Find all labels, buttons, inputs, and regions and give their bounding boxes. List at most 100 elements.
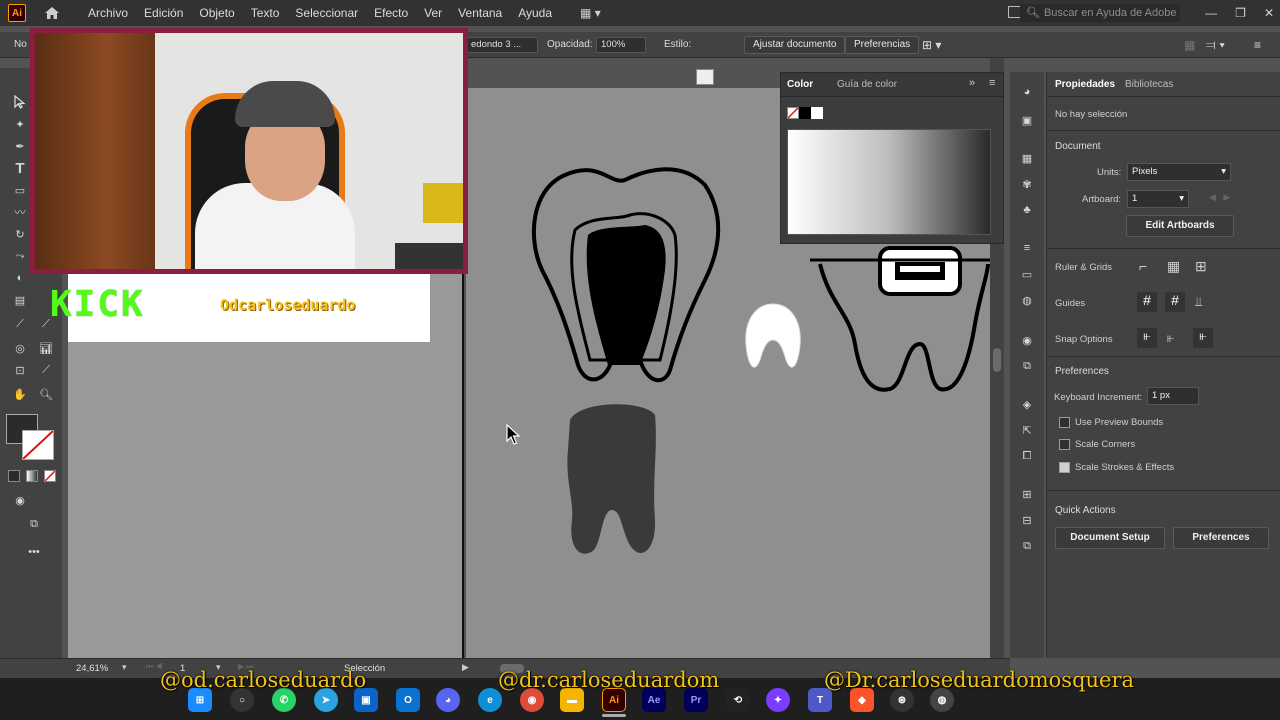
scrollbar-thumb[interactable]: [993, 348, 1001, 372]
none-mode-icon[interactable]: [44, 470, 56, 482]
opacity-input[interactable]: 100%: [596, 37, 646, 53]
home-icon[interactable]: [42, 3, 62, 23]
artboard-tool-icon[interactable]: ⊡: [10, 360, 30, 380]
magic-wand-icon[interactable]: ✦: [10, 114, 30, 134]
minimize-icon[interactable]: —: [1205, 6, 1217, 20]
snap-point-icon[interactable]: ⫦: [1137, 328, 1157, 348]
ruler-icon[interactable]: ⌐: [1139, 258, 1147, 274]
black-swatch[interactable]: [799, 107, 811, 119]
eyedropper-icon[interactable]: ⟋: [10, 314, 30, 334]
tab-color[interactable]: Color: [787, 79, 813, 90]
discord-icon[interactable]: ◕: [436, 688, 460, 712]
menu-texto[interactable]: Texto: [243, 0, 288, 26]
color-mode-icon[interactable]: [8, 470, 20, 482]
help-search-input[interactable]: 🔍︎ Buscar en Ayuda de Adobe: [1020, 4, 1180, 22]
menu-ayuda[interactable]: Ayuda: [510, 0, 560, 26]
document-setup-button[interactable]: Document Setup: [1055, 527, 1165, 549]
fit-document-button[interactable]: Ajustar documento: [744, 36, 846, 54]
capcut-icon[interactable]: ⟲: [726, 688, 750, 712]
tooth-monster-artwork[interactable]: [810, 244, 990, 400]
outlook-icon[interactable]: O: [396, 688, 420, 712]
arrange-icon[interactable]: ⊞ ▾: [922, 32, 941, 58]
gradient-panel-icon[interactable]: ▭: [1017, 264, 1037, 284]
export-icon[interactable]: ⇱: [1017, 420, 1037, 440]
symbol-sprayer-icon[interactable]: ◎: [10, 338, 30, 358]
pen-tool-icon[interactable]: ✒: [10, 136, 30, 156]
color-spectrum[interactable]: [787, 129, 991, 235]
draw-mode-icon[interactable]: ◉: [10, 490, 30, 510]
graphic-styles-icon[interactable]: ⧉: [1017, 356, 1037, 376]
brushes-icon[interactable]: ✾: [1017, 174, 1037, 194]
type-tool-icon[interactable]: T: [10, 158, 30, 178]
hand-tool-icon[interactable]: ✋: [10, 384, 30, 404]
menu-archivo[interactable]: Archivo: [80, 0, 136, 26]
align-icon[interactable]: ⫤ ▾: [1206, 32, 1225, 58]
more-tools-icon[interactable]: •••: [24, 542, 44, 562]
close-icon[interactable]: ✕: [1264, 6, 1274, 20]
stroke-color-swatch[interactable]: [22, 430, 54, 460]
gradient-mode-icon[interactable]: [26, 470, 38, 482]
menu-icon[interactable]: ≡: [1254, 32, 1261, 58]
smart-guides-icon[interactable]: ⫫: [1195, 294, 1202, 310]
layers-icon[interactable]: ◈: [1017, 394, 1037, 414]
use-preview-bounds-checkbox[interactable]: Use Preview Bounds: [1059, 417, 1163, 428]
stroke-panel-icon[interactable]: ≡: [1017, 238, 1037, 258]
none-swatch-icon[interactable]: [787, 107, 799, 119]
zoom-level[interactable]: 24,61%: [76, 663, 108, 674]
show-guides-icon[interactable]: #: [1137, 292, 1157, 312]
grid-icon[interactable]: ▦: [1167, 258, 1180, 275]
appearance-icon[interactable]: ◉: [1017, 330, 1037, 350]
menu-efecto[interactable]: Efecto: [366, 0, 416, 26]
tooth-outline-artwork[interactable]: [520, 160, 730, 390]
scale-corners-checkbox[interactable]: Scale Corners: [1059, 439, 1135, 450]
collapse-icon[interactable]: »: [969, 77, 975, 89]
tooth-crown-white[interactable]: [740, 300, 806, 380]
rotate-tool-icon[interactable]: ↻: [10, 224, 30, 244]
pathfinder-icon[interactable]: ⧉: [1017, 536, 1037, 556]
tooth-gray-silhouette[interactable]: [560, 400, 660, 560]
lock-guides-icon[interactable]: #: [1165, 292, 1185, 312]
tab-libraries[interactable]: Bibliotecas: [1125, 79, 1173, 90]
workspace-switcher-icon[interactable]: ▦ ▾: [580, 6, 601, 20]
cc-libraries-icon[interactable]: ▣: [1017, 110, 1037, 130]
artboard-nav-icon[interactable]: ◀ ▶: [1209, 192, 1230, 203]
slice-tool-icon[interactable]: ⟋: [36, 360, 56, 380]
snap-pixel-icon[interactable]: ⫦: [1193, 328, 1213, 348]
screen-mode-icon[interactable]: ⧉: [24, 514, 44, 534]
align-panel-icon[interactable]: ⊟: [1017, 510, 1037, 530]
units-select[interactable]: Pixels ▾: [1127, 163, 1231, 181]
copilot-icon[interactable]: ✦: [766, 688, 790, 712]
scale-strokes-checkbox[interactable]: Scale Strokes & Effects: [1059, 462, 1174, 473]
edit-artboards-button[interactable]: Edit Artboards: [1126, 215, 1234, 237]
preferences-button[interactable]: Preferencias: [845, 36, 920, 54]
menu-seleccionar[interactable]: Seleccionar: [287, 0, 366, 26]
transparency-icon[interactable]: ◍: [1017, 290, 1037, 310]
menu-edicion[interactable]: Edición: [136, 0, 191, 26]
shape-builder-icon[interactable]: ◐: [10, 268, 30, 288]
style-swatch[interactable]: [696, 69, 714, 85]
panel-menu-icon[interactable]: ≡: [989, 77, 995, 89]
status-menu-icon[interactable]: ▶: [462, 662, 469, 673]
menu-ventana[interactable]: Ventana: [450, 0, 510, 26]
white-swatch[interactable]: [811, 107, 823, 119]
properties-panel-icon[interactable]: ◕: [1017, 82, 1037, 102]
keyboard-increment-input[interactable]: 1 px: [1147, 387, 1199, 405]
maximize-icon[interactable]: ❐: [1235, 6, 1246, 20]
perspective-grid-icon[interactable]: ▤: [10, 290, 30, 310]
rectangle-tool-icon[interactable]: ▭: [10, 180, 30, 200]
graph-tool-icon[interactable]: 📊︎: [36, 338, 56, 358]
transform-icon[interactable]: ⊞: [1017, 484, 1037, 504]
swatches-icon[interactable]: ▦: [1017, 148, 1037, 168]
selection-tool-icon[interactable]: [10, 92, 30, 112]
tab-color-guide[interactable]: Guía de color: [837, 79, 897, 90]
zoom-tool-icon[interactable]: 🔍︎: [36, 384, 56, 404]
grid-icon[interactable]: ▦: [1184, 32, 1195, 58]
paintbrush-icon[interactable]: 〰: [10, 202, 30, 222]
snap-grid-icon[interactable]: ⫦: [1167, 330, 1174, 346]
artboard-select[interactable]: 1 ▾: [1127, 190, 1189, 208]
stroke-profile-select[interactable]: edondo 3 ...: [466, 37, 538, 53]
preferences-quick-button[interactable]: Preferences: [1173, 527, 1269, 549]
tab-properties[interactable]: Propiedades: [1055, 79, 1115, 90]
warp-tool-icon[interactable]: ⤳: [10, 246, 30, 266]
menu-objeto[interactable]: Objeto: [191, 0, 242, 26]
